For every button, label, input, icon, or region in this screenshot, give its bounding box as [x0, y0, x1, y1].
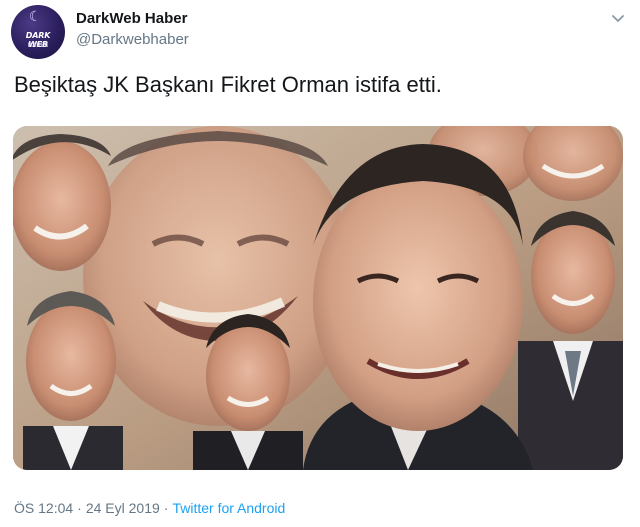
author-handle[interactable]: @Darkwebhaber — [76, 31, 189, 48]
tweet-text: Beşiktaş JK Başkanı Fikret Orman istifa … — [14, 72, 442, 97]
avatar[interactable]: ☾ DARK WEB HABER — [11, 5, 65, 59]
tweet-source-link[interactable]: Twitter for Android — [172, 500, 285, 516]
tweet-time[interactable]: ÖS 12:04 — [14, 500, 73, 516]
tweet-photo[interactable] — [13, 126, 623, 470]
avatar-text-line2: HABER — [27, 42, 49, 49]
photo-collage-image — [13, 126, 623, 470]
chevron-down-icon[interactable] — [610, 10, 626, 26]
author-name[interactable]: DarkWeb Haber — [76, 10, 187, 27]
meta-separator: · — [77, 500, 82, 516]
tweet-meta: ÖS 12:04 · 24 Eyl 2019 · Twitter for Android — [14, 500, 285, 516]
tweet-date[interactable]: 24 Eyl 2019 — [86, 500, 160, 516]
meta-separator-2: · — [163, 500, 169, 516]
tweet-card: ☾ DARK WEB HABER DarkWeb Haber @Darkwebh… — [0, 0, 640, 527]
moon-logo-icon: ☾ — [28, 8, 42, 24]
